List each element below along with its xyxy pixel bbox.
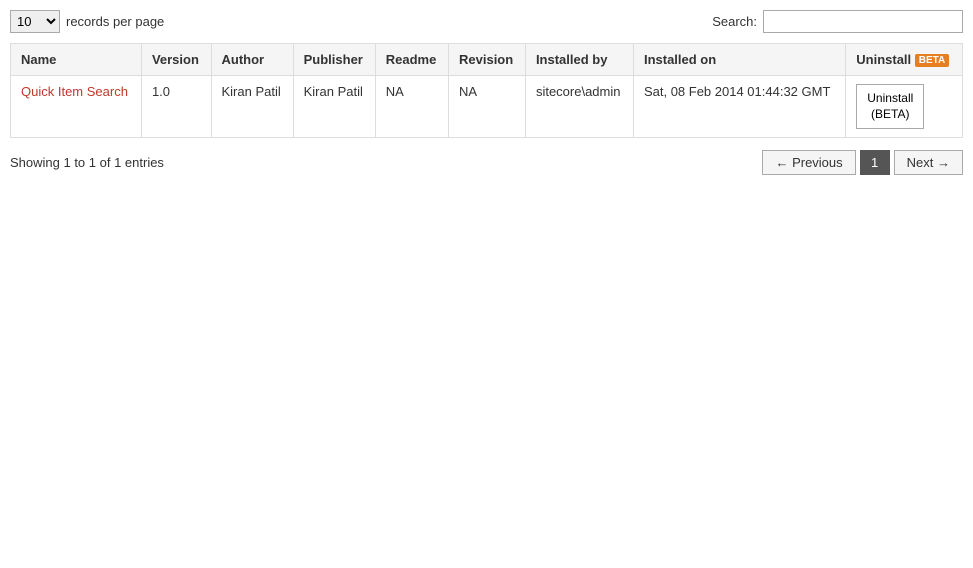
cell-uninstall: Uninstall(BETA): [846, 76, 963, 138]
col-installed-by: Installed by: [525, 44, 633, 76]
cell-author: Kiran Patil: [211, 76, 293, 138]
col-installed-on: Installed on: [633, 44, 845, 76]
beta-badge-header: BETA: [915, 54, 949, 67]
page-number-1[interactable]: 1: [860, 150, 890, 175]
cell-installed-by: sitecore\admin: [525, 76, 633, 138]
top-bar: 10 25 50 100 records per page Search:: [10, 10, 963, 33]
col-name: Name: [11, 44, 142, 76]
col-uninstall: Uninstall BETA: [846, 44, 963, 76]
records-per-page-section: 10 25 50 100 records per page: [10, 10, 164, 33]
col-author: Author: [211, 44, 293, 76]
name-link[interactable]: Quick Item Search: [21, 84, 128, 99]
cell-revision: NA: [449, 76, 526, 138]
cell-installed-on: Sat, 08 Feb 2014 01:44:32 GMT: [633, 76, 845, 138]
table-header-row: Name Version Author Publisher Readme Rev…: [11, 44, 963, 76]
pagination: ← Previous 1 Next →: [762, 150, 963, 175]
showing-entries: Showing 1 to 1 of 1 entries: [10, 155, 164, 170]
table-row: Quick Item Search 1.0 Kiran Patil Kiran …: [11, 76, 963, 138]
col-publisher: Publisher: [293, 44, 375, 76]
uninstall-button[interactable]: Uninstall(BETA): [856, 84, 924, 129]
bottom-bar: Showing 1 to 1 of 1 entries ← Previous 1…: [10, 150, 963, 175]
search-input[interactable]: [763, 10, 963, 33]
packages-table: Name Version Author Publisher Readme Rev…: [10, 43, 963, 138]
search-label: Search:: [712, 14, 757, 29]
cell-readme: NA: [375, 76, 448, 138]
prev-button[interactable]: ← Previous: [762, 150, 855, 175]
records-per-page-label: records per page: [66, 14, 164, 29]
records-per-page-select[interactable]: 10 25 50 100: [10, 10, 60, 33]
col-version: Version: [141, 44, 211, 76]
cell-publisher: Kiran Patil: [293, 76, 375, 138]
col-readme: Readme: [375, 44, 448, 76]
cell-version: 1.0: [141, 76, 211, 138]
next-button[interactable]: Next →: [894, 150, 963, 175]
cell-name: Quick Item Search: [11, 76, 142, 138]
search-section: Search:: [712, 10, 963, 33]
col-revision: Revision: [449, 44, 526, 76]
